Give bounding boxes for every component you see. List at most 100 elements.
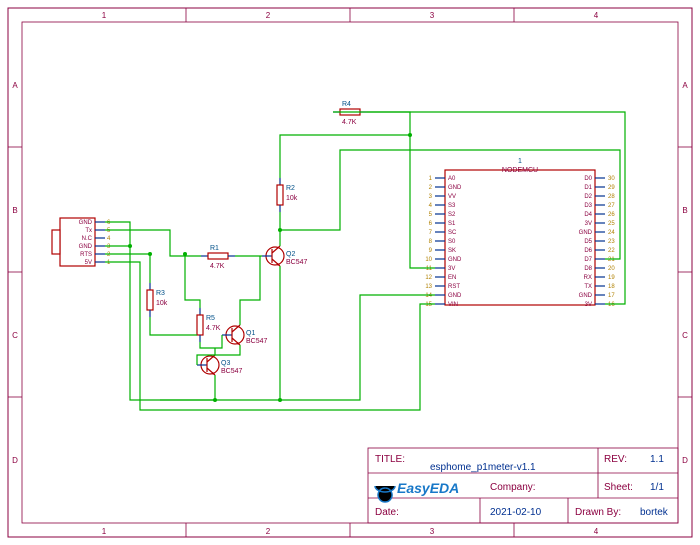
svg-text:R5: R5 bbox=[206, 315, 215, 322]
svg-text:27: 27 bbox=[608, 203, 615, 209]
svg-text:4.7K: 4.7K bbox=[342, 119, 357, 126]
schematic-sheet: 1 2 3 4 1 2 3 4 A B C D A B C D 1 NODEMC… bbox=[0, 0, 700, 545]
svg-text:SC: SC bbox=[448, 230, 457, 236]
svg-text:D1: D1 bbox=[584, 185, 592, 191]
ruler-bot-3: 3 bbox=[430, 527, 435, 536]
drawnby-label: Drawn By: bbox=[575, 507, 621, 518]
svg-text:S3: S3 bbox=[448, 203, 456, 209]
svg-text:D8: D8 bbox=[584, 266, 592, 272]
svg-text:7: 7 bbox=[429, 230, 433, 236]
svg-text:R4: R4 bbox=[342, 101, 351, 108]
svg-text:R3: R3 bbox=[156, 290, 165, 297]
svg-text:26: 26 bbox=[608, 212, 615, 218]
svg-text:Q3: Q3 bbox=[221, 360, 230, 367]
svg-text:21: 21 bbox=[608, 257, 615, 263]
drawnby-value: bortek bbox=[640, 507, 669, 518]
svg-text:3V: 3V bbox=[585, 302, 592, 308]
ruler-bot-2: 2 bbox=[266, 527, 271, 536]
svg-text:S2: S2 bbox=[448, 212, 456, 218]
svg-text:S0: S0 bbox=[448, 239, 456, 245]
svg-text:24: 24 bbox=[608, 230, 615, 236]
transistor-q2: Q2 BC547 bbox=[262, 246, 308, 266]
svg-text:3V: 3V bbox=[448, 266, 455, 272]
resistor-r3: R3 10k bbox=[147, 283, 168, 317]
svg-text:4: 4 bbox=[429, 203, 433, 209]
ruler-l-a: A bbox=[12, 81, 18, 90]
svg-text:8: 8 bbox=[429, 239, 433, 245]
svg-text:GND: GND bbox=[79, 244, 93, 250]
svg-text:6: 6 bbox=[429, 221, 433, 227]
svg-text:GND: GND bbox=[79, 220, 93, 226]
svg-text:14: 14 bbox=[425, 293, 432, 299]
svg-text:5V: 5V bbox=[85, 260, 92, 266]
nodemcu-module: 1 NODEMCU 1A0 2GND 3VV 4S3 5S2 6S1 7SC 8… bbox=[425, 158, 615, 308]
svg-text:10k: 10k bbox=[156, 300, 168, 307]
svg-text:GND: GND bbox=[448, 257, 462, 263]
svg-text:VIN: VIN bbox=[448, 302, 458, 308]
svg-text:16: 16 bbox=[608, 302, 615, 308]
date-value: 2021-02-10 bbox=[490, 507, 542, 518]
resistor-r5: R5 4.7K bbox=[197, 308, 221, 342]
ruler-top-3: 3 bbox=[430, 11, 435, 20]
ruler-bot-4: 4 bbox=[594, 527, 599, 536]
svg-text:TX: TX bbox=[584, 284, 592, 290]
nodemcu-ref: NODEMCU bbox=[502, 167, 538, 174]
rj-connector: 6GND 5Tx 4N.C 3GND 2RTS 15V bbox=[52, 218, 111, 266]
svg-text:GND: GND bbox=[579, 293, 593, 299]
date-label: Date: bbox=[375, 507, 399, 518]
transistor-q3: Q3 BC547 bbox=[197, 355, 243, 375]
svg-text:D6: D6 bbox=[584, 248, 592, 254]
ruler-top-1: 1 bbox=[102, 11, 107, 20]
svg-text:11: 11 bbox=[426, 266, 433, 272]
svg-text:N.C: N.C bbox=[82, 236, 93, 242]
svg-text:4.7K: 4.7K bbox=[210, 263, 225, 270]
svg-text:D3: D3 bbox=[584, 203, 592, 209]
svg-text:EN: EN bbox=[448, 275, 456, 281]
svg-text:S1: S1 bbox=[448, 221, 456, 227]
svg-text:25: 25 bbox=[608, 221, 615, 227]
ruler-r-a: A bbox=[682, 81, 688, 90]
title-label: TITLE: bbox=[375, 454, 405, 465]
svg-text:Q1: Q1 bbox=[246, 330, 255, 337]
svg-text:30: 30 bbox=[608, 176, 615, 182]
transistor-q1: Q1 BC547 bbox=[222, 325, 268, 345]
svg-text:D7: D7 bbox=[584, 257, 592, 263]
svg-text:4.7K: 4.7K bbox=[206, 325, 221, 332]
ruler-top-4: 4 bbox=[594, 11, 599, 20]
svg-text:10k: 10k bbox=[286, 195, 298, 202]
title-block: TITLE: esphome_p1meter-v1.1 REV: 1.1 Com… bbox=[368, 448, 678, 523]
svg-text:VV: VV bbox=[448, 194, 456, 200]
svg-text:SK: SK bbox=[448, 248, 456, 254]
svg-text:D2: D2 bbox=[584, 194, 592, 200]
svg-text:GND: GND bbox=[448, 293, 462, 299]
svg-text:23: 23 bbox=[608, 239, 615, 245]
svg-text:D5: D5 bbox=[584, 239, 592, 245]
svg-text:1: 1 bbox=[107, 260, 111, 266]
svg-text:22: 22 bbox=[608, 248, 615, 254]
svg-text:Q2: Q2 bbox=[286, 251, 295, 258]
title-value: esphome_p1meter-v1.1 bbox=[430, 462, 536, 473]
rev-value: 1.1 bbox=[650, 454, 664, 465]
svg-text:17: 17 bbox=[608, 293, 615, 299]
sheet-value: 1/1 bbox=[650, 482, 664, 493]
svg-text:1: 1 bbox=[429, 176, 433, 182]
svg-text:3: 3 bbox=[429, 194, 433, 200]
resistor-r1: R1 4.7K bbox=[201, 245, 235, 270]
svg-text:R2: R2 bbox=[286, 185, 295, 192]
svg-text:BC547: BC547 bbox=[246, 338, 268, 345]
svg-text:2: 2 bbox=[429, 185, 433, 191]
svg-text:29: 29 bbox=[608, 185, 615, 191]
resistor-r2: R2 10k bbox=[277, 178, 298, 212]
ruler-r-b: B bbox=[682, 206, 687, 215]
svg-text:D4: D4 bbox=[584, 212, 592, 218]
company-label: Company: bbox=[490, 482, 536, 493]
rev-label: REV: bbox=[604, 454, 627, 465]
svg-text:Tx: Tx bbox=[85, 228, 92, 234]
svg-text:EasyEDA: EasyEDA bbox=[397, 480, 459, 496]
ruler-bot-1: 1 bbox=[102, 527, 107, 536]
svg-text:GND: GND bbox=[579, 230, 593, 236]
svg-text:6: 6 bbox=[107, 220, 111, 226]
ruler-r-c: C bbox=[682, 331, 688, 340]
svg-text:12: 12 bbox=[425, 275, 432, 281]
nodemcu-designator: 1 bbox=[518, 158, 522, 165]
